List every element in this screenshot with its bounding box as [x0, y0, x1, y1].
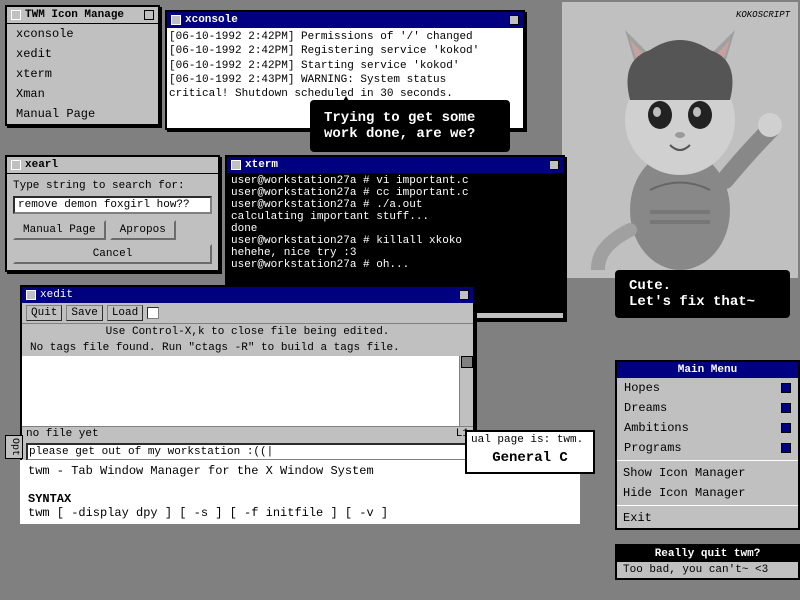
- xedit-msg1: Use Control-X,k to close file being edit…: [22, 324, 473, 340]
- xedit-title-icon: [26, 290, 36, 300]
- xterm-line-6: hehehe, nice try :3: [231, 247, 559, 259]
- xedit-title: xedit: [40, 289, 73, 301]
- menu-item-dreams[interactable]: Dreams: [617, 398, 798, 418]
- xedit-close-btn[interactable]: [459, 290, 469, 300]
- twm-item-manual-page[interactable]: Manual Page: [7, 104, 158, 124]
- xconsole-line-3: [06-10-1992 2:43PM] WARNING: System stat…: [169, 73, 521, 87]
- twm-item-xconsole[interactable]: xconsole: [7, 24, 158, 44]
- character-label: KOKOSCRIPT: [736, 10, 790, 20]
- xconsole-line-2: [06-10-1992 2:42PM] Starting service 'ko…: [169, 59, 521, 73]
- search-dialog-titlebar: xearl: [7, 157, 218, 174]
- twm-icon-manager-window: TWM Icon Manage xconsole xedit xterm Xma…: [5, 5, 160, 126]
- xedit-quit-button[interactable]: Quit: [26, 305, 62, 321]
- speech-bubble: Trying to get some work done, are we?: [310, 100, 510, 152]
- search-title-icon: [11, 160, 21, 170]
- xedit-status-left: no file yet: [26, 428, 99, 440]
- really-quit-dialog: Really quit twm? Too bad, you can't~ <3: [615, 544, 800, 580]
- xterm-line-7: user@workstation27a # oh...: [231, 259, 559, 271]
- main-menu: Main Menu Hopes Dreams Ambitions Program…: [615, 360, 800, 530]
- menu-separator-1: [617, 460, 798, 461]
- search-cancel-row: Cancel: [13, 244, 212, 264]
- xedit-load-button[interactable]: Load: [107, 305, 143, 321]
- xconsole-title: xconsole: [185, 14, 238, 26]
- xterm-line-2: user@workstation27a # ./a.out: [231, 199, 559, 211]
- ual-stub-window: ual page is: twm. General C: [465, 430, 595, 474]
- search-dialog-title: xearl: [25, 159, 58, 171]
- twm-icon-manager-titlebar: TWM Icon Manage: [7, 7, 158, 24]
- search-input[interactable]: [13, 196, 212, 214]
- twm-title-icon: [11, 10, 21, 20]
- xedit-menubar: Quit Save Load: [22, 303, 473, 324]
- xedit-scroll-thumb[interactable]: [461, 356, 473, 368]
- menu-item-hide-icon-manager[interactable]: Hide Icon Manager: [617, 483, 798, 503]
- xterm-line-4: done: [231, 223, 559, 235]
- twm-item-xterm[interactable]: xterm: [7, 64, 158, 84]
- xterm-line-5: user@workstation27a # killall xkoko: [231, 235, 559, 247]
- hopes-icon: [781, 383, 791, 393]
- ambitions-icon: [781, 423, 791, 433]
- menu-item-programs[interactable]: Programs: [617, 438, 798, 458]
- xconsole-line-1: [06-10-1992 2:42PM] Registering service …: [169, 44, 521, 58]
- speech-bubble-text: Trying to get some work done, are we?: [324, 110, 475, 142]
- xedit-status-bar: no file yet L1: [22, 426, 473, 441]
- character-area: KOKOSCRIPT: [560, 0, 800, 280]
- cute-bubble-text: Cute.Let's fix that~: [629, 278, 755, 310]
- xconsole-close-btn[interactable]: [509, 15, 519, 25]
- xedit-scrollbar[interactable]: [459, 356, 473, 426]
- cancel-button[interactable]: Cancel: [13, 244, 212, 264]
- really-quit-title: Really quit twm?: [617, 546, 798, 562]
- menu-item-hopes-label: Hopes: [624, 381, 660, 395]
- ual-line2: General C: [471, 446, 589, 470]
- xterm-close-btn[interactable]: [549, 160, 559, 170]
- programs-icon: [781, 443, 791, 453]
- ual-line1: ual page is: twm.: [471, 434, 589, 446]
- menu-item-show-icon-manager[interactable]: Show Icon Manager: [617, 463, 798, 483]
- twm-item-xedit[interactable]: xedit: [7, 44, 158, 64]
- xedit-body[interactable]: [22, 356, 473, 426]
- main-menu-title: Main Menu: [617, 362, 798, 378]
- twm-item-xman[interactable]: Xman: [7, 84, 158, 104]
- apropos-button[interactable]: Apropos: [110, 220, 176, 240]
- dreams-icon: [781, 403, 791, 413]
- twm-manual-line2: SYNTAX: [28, 492, 572, 506]
- xconsole-line-0: [06-10-1992 2:42PM] Permissions of '/' c…: [169, 30, 521, 44]
- cute-bubble: Cute.Let's fix that~: [615, 270, 790, 318]
- twm-icon-manager-close-btn[interactable]: [144, 10, 154, 20]
- xterm-titlebar: xterm: [227, 157, 563, 173]
- menu-item-ambitions[interactable]: Ambitions: [617, 418, 798, 438]
- xterm-title: xterm: [245, 159, 278, 171]
- xedit-window: xedit Quit Save Load Use Control-X,k to …: [20, 285, 475, 465]
- menu-item-exit[interactable]: Exit: [617, 508, 798, 528]
- xterm-line-0: user@workstation27a # vi important.c: [231, 175, 559, 187]
- menu-separator-2: [617, 505, 798, 506]
- ual-stub-body: ual page is: twm. General C: [467, 432, 593, 472]
- xedit-input-field[interactable]: [26, 443, 469, 461]
- menu-item-hopes[interactable]: Hopes: [617, 378, 798, 398]
- character-svg: [570, 10, 790, 270]
- manual-page-button[interactable]: Manual Page: [13, 220, 106, 240]
- menu-item-programs-label: Programs: [624, 441, 682, 455]
- search-dialog-window: xearl Type string to search for: Manual …: [5, 155, 220, 272]
- search-label: Type string to search for:: [13, 180, 212, 192]
- xedit-checkbox[interactable]: [147, 307, 159, 319]
- menu-item-ambitions-label: Ambitions: [624, 421, 689, 435]
- twm-manual-line3: twm [ -display dpy ] [ -s ] [ -f initfil…: [28, 506, 572, 520]
- xconsole-titlebar: xconsole: [167, 12, 523, 28]
- twm-icon-manager-title: TWM Icon Manage: [25, 9, 124, 21]
- really-quit-body: Too bad, you can't~ <3: [617, 562, 798, 578]
- xterm-title-icon: [231, 160, 241, 170]
- desktop: TWM Icon Manage xconsole xedit xterm Xma…: [0, 0, 800, 600]
- xterm-line-3: calculating important stuff...: [231, 211, 559, 223]
- xterm-line-1: user@workstation27a # cc important.c: [231, 187, 559, 199]
- xedit-save-button[interactable]: Save: [66, 305, 102, 321]
- xconsole-title-icon: [171, 15, 181, 25]
- xedit-titlebar: xedit: [22, 287, 473, 303]
- opt-sidebar: Opt: [5, 435, 23, 459]
- opt-label: Opt: [9, 438, 20, 456]
- xedit-msg2: No tags file found. Run "ctags -R" to bu…: [22, 340, 473, 356]
- search-buttons-row: Manual Page Apropos: [13, 220, 212, 240]
- search-dialog-body: Type string to search for: Manual Page A…: [7, 174, 218, 270]
- menu-item-dreams-label: Dreams: [624, 401, 667, 415]
